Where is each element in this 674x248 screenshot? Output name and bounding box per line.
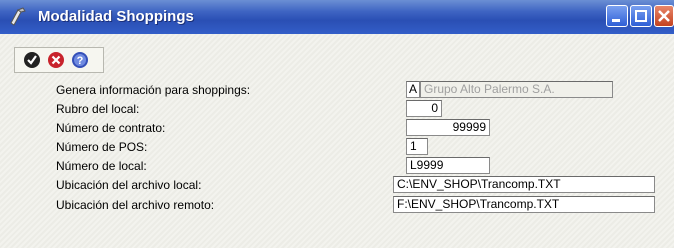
- maximize-icon: [635, 10, 647, 22]
- toolbar: ?: [14, 47, 104, 73]
- pos-label: Número de POS:: [56, 140, 148, 154]
- svg-text:?: ?: [77, 55, 84, 67]
- close-button[interactable]: [654, 5, 674, 27]
- local-field[interactable]: L9999: [406, 157, 490, 174]
- archivo-local-field[interactable]: C:\ENV_SHOP\Trancomp.TXT: [393, 176, 655, 193]
- help-icon[interactable]: ?: [71, 51, 89, 69]
- contrato-field[interactable]: 99999: [406, 119, 490, 136]
- close-icon: [658, 10, 670, 22]
- minimize-button[interactable]: [606, 5, 628, 27]
- rubro-field[interactable]: 0: [406, 100, 442, 117]
- rubro-label: Rubro del local:: [56, 102, 140, 116]
- maximize-button[interactable]: [630, 5, 652, 27]
- contrato-label: Número de contrato:: [56, 121, 166, 135]
- archivo-remoto-field[interactable]: F:\ENV_SHOP\Trancomp.TXT: [393, 196, 655, 213]
- pos-field[interactable]: 1: [406, 138, 428, 155]
- archivo-local-label: Ubicación del archivo local:: [56, 178, 202, 192]
- cancel-icon[interactable]: [47, 51, 65, 69]
- window-title: Modalidad Shoppings: [38, 8, 194, 25]
- minimize-icon: [612, 19, 620, 22]
- genera-label: Genera información para shoppings:: [56, 83, 251, 97]
- modalidad-shoppings-window: Modalidad Shoppings ? Genera información…: [0, 0, 674, 248]
- app-icon: [8, 7, 28, 27]
- local-label: Número de local:: [56, 159, 147, 173]
- form-area: ? Genera información para shoppings: A G…: [0, 34, 674, 248]
- archivo-remoto-label: Ubicación del archivo remoto:: [56, 198, 215, 212]
- genera-name-field: Grupo Alto Palermo S.A.: [420, 81, 613, 98]
- genera-code-field[interactable]: A: [406, 81, 420, 98]
- title-bar[interactable]: Modalidad Shoppings: [0, 0, 674, 34]
- check-icon[interactable]: [23, 51, 41, 69]
